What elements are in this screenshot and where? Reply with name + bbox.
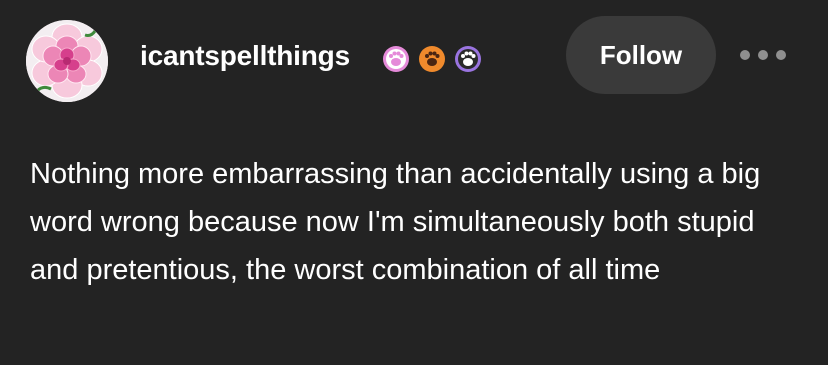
follow-button[interactable]: Follow: [566, 16, 716, 94]
more-dot: [776, 50, 786, 60]
avatar[interactable]: [26, 20, 108, 102]
orange-paw-badge-icon[interactable]: [418, 45, 446, 73]
post-header: icantspellthings Follow: [0, 0, 828, 110]
pink-paw-badge-icon[interactable]: [382, 45, 410, 73]
username-link[interactable]: icantspellthings: [140, 40, 350, 72]
flower-avatar-icon: [26, 20, 108, 102]
post-card: icantspellthings Follow Nothing more emb…: [0, 0, 828, 365]
post-body-text: Nothing more embarrassing than accidenta…: [30, 158, 761, 286]
badge-list: [382, 43, 482, 75]
purple-paw-badge-icon[interactable]: [454, 45, 482, 73]
more-dot: [740, 50, 750, 60]
more-dot: [758, 50, 768, 60]
more-options-icon[interactable]: [740, 40, 786, 70]
